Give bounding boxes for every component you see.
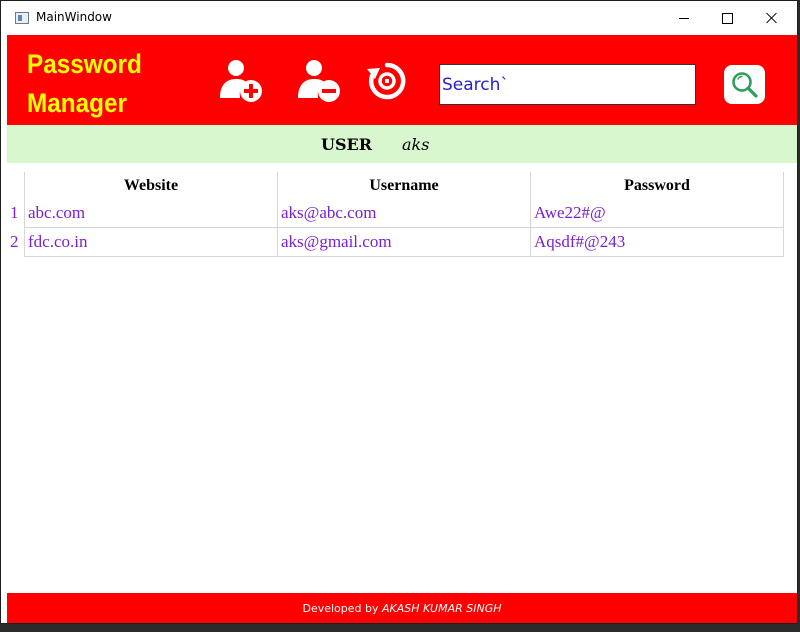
add-user-icon — [220, 60, 262, 102]
row-number[interactable]: 1 — [7, 199, 25, 228]
close-icon — [766, 12, 778, 24]
row-number[interactable]: 2 — [7, 227, 25, 257]
remove-user-icon — [298, 60, 340, 102]
search-input[interactable] — [439, 64, 696, 105]
search-icon — [731, 71, 758, 98]
reset-button[interactable] — [363, 57, 411, 105]
cell-password[interactable]: Awe22#@ — [530, 199, 784, 228]
minimize-button[interactable] — [661, 1, 706, 35]
table-corner[interactable] — [7, 172, 25, 199]
window-title: MainWindow — [36, 10, 112, 24]
table-row[interactable]: 1 abc.com aks@abc.com Awe22#@ — [7, 199, 784, 228]
table-row[interactable]: 2 fdc.co.in aks@gmail.com Aqsdf#@243 — [7, 227, 784, 257]
column-header-website[interactable]: Website — [24, 172, 278, 199]
app-title: Password Manager — [27, 45, 162, 123]
reset-icon — [367, 62, 406, 100]
column-header-password[interactable]: Password — [530, 172, 784, 199]
close-button[interactable] — [749, 1, 794, 35]
password-table: Website Username Password 1 abc.com aks@… — [7, 172, 784, 257]
footer: Developed by AKASH KUMAR SINGH — [7, 593, 797, 623]
app-title-line2: Manager — [27, 88, 127, 118]
cell-username[interactable]: aks@gmail.com — [277, 227, 531, 257]
add-user-button[interactable] — [217, 57, 265, 105]
password-table-area: Website Username Password 1 abc.com aks@… — [7, 163, 797, 593]
app-header: Password Manager — [7, 35, 797, 125]
minimize-icon — [678, 17, 689, 19]
column-header-username[interactable]: Username — [277, 172, 531, 199]
table-header-row: Website Username Password — [7, 172, 784, 199]
search-button[interactable] — [724, 65, 765, 104]
user-label: USER — [321, 135, 372, 154]
cell-password[interactable]: Aqsdf#@243 — [530, 227, 784, 257]
cell-username[interactable]: aks@abc.com — [277, 199, 531, 228]
footer-text: Developed by AKASH KUMAR SINGH — [302, 602, 501, 615]
user-bar: USER aks — [7, 125, 797, 163]
app-window-icon — [15, 12, 29, 24]
user-name: aks — [402, 135, 430, 154]
app-title-line1: Password — [27, 49, 142, 79]
maximize-button[interactable] — [705, 1, 750, 35]
cell-website[interactable]: abc.com — [24, 199, 278, 228]
title-bar[interactable]: MainWindow — [1, 1, 797, 35]
footer-prefix: Developed by — [302, 601, 383, 615]
footer-author: AKASH KUMAR SINGH — [382, 601, 502, 615]
maximize-icon — [722, 12, 733, 24]
cell-website[interactable]: fdc.co.in — [24, 227, 278, 257]
remove-user-button[interactable] — [295, 57, 343, 105]
main-window: MainWindow Password Manager Search` USER… — [0, 0, 798, 624]
